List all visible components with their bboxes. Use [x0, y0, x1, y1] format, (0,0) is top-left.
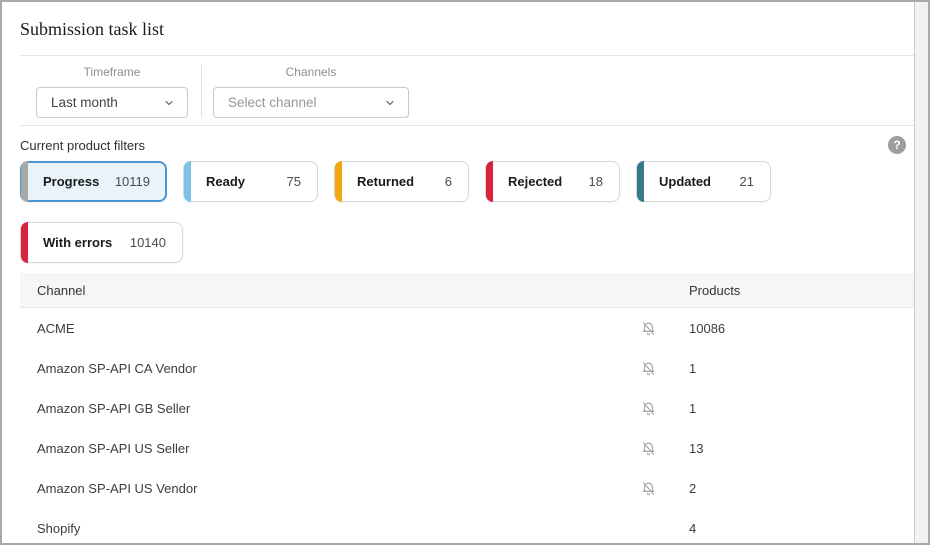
help-icon[interactable]: ? — [888, 136, 906, 154]
chip-label: Ready — [206, 174, 245, 189]
timeframe-label: Timeframe — [84, 65, 141, 79]
notifications-off-icon — [640, 400, 657, 417]
table-row[interactable]: Amazon SP-API CA Vendor 1 — [20, 348, 914, 388]
notifications-off-icon — [640, 480, 657, 497]
table-row[interactable]: Amazon SP-API US Vendor 2 — [20, 468, 914, 508]
products-count: 1 — [689, 361, 914, 376]
filter-chip-updated[interactable]: Updated 21 — [636, 161, 771, 202]
notifications-off-icon — [640, 360, 657, 377]
channel-select[interactable]: Select channel — [213, 87, 409, 118]
chip-label: Rejected — [508, 174, 562, 189]
status-filter-chips: Progress 10119 Ready 75 Returned 6 Rejec… — [2, 155, 914, 263]
channel-placeholder: Select channel — [228, 95, 317, 110]
products-count: 10086 — [689, 321, 914, 336]
chip-count: 10140 — [130, 235, 166, 250]
chip-count: 18 — [589, 174, 603, 189]
chip-label: Updated — [659, 174, 711, 189]
channels-table: Channel Products ACME 10086 Amazon SP-AP… — [20, 273, 914, 545]
chip-count: 6 — [445, 174, 452, 189]
table-row[interactable]: Shopify 4 — [20, 508, 914, 545]
column-header-channel: Channel — [20, 283, 607, 298]
products-count: 2 — [689, 481, 914, 496]
chip-label: Returned — [357, 174, 414, 189]
table-row[interactable]: Amazon SP-API US Seller 13 — [20, 428, 914, 468]
page-title: Submission task list — [20, 18, 896, 41]
products-count: 4 — [689, 521, 914, 536]
timeframe-group: Timeframe Last month — [23, 65, 201, 118]
column-header-products: Products — [689, 283, 914, 298]
filter-chip-with-errors[interactable]: With errors 10140 — [20, 222, 183, 263]
table-row[interactable]: Amazon SP-API GB Seller 1 — [20, 388, 914, 428]
table-header: Channel Products — [20, 273, 914, 308]
toolbar: Timeframe Last month Channels Select cha… — [2, 56, 914, 125]
notifications-off-icon — [640, 320, 657, 337]
filter-chip-rejected[interactable]: Rejected 18 — [485, 161, 620, 202]
chip-label: Progress — [43, 174, 99, 189]
filter-chip-returned[interactable]: Returned 6 — [334, 161, 469, 202]
channel-name: Amazon SP-API US Vendor — [20, 481, 607, 496]
chevron-down-icon — [384, 97, 396, 109]
products-count: 1 — [689, 401, 914, 416]
channel-name: ACME — [20, 321, 607, 336]
chip-label: With errors — [43, 235, 112, 250]
products-count: 13 — [689, 441, 914, 456]
filters-heading: Current product filters — [20, 138, 145, 153]
chip-count: 10119 — [115, 174, 150, 189]
chip-count: 21 — [740, 174, 754, 189]
filter-chip-progress[interactable]: Progress 10119 — [20, 161, 167, 202]
chevron-down-icon — [163, 97, 175, 109]
filters-heading-row: Current product filters ? — [2, 126, 914, 155]
channels-group: Channels Select channel — [201, 65, 422, 118]
channel-name: Amazon SP-API GB Seller — [20, 401, 607, 416]
notifications-off-icon — [640, 440, 657, 457]
channels-label: Channels — [286, 65, 337, 79]
submission-task-list-window: Submission task list Timeframe Last mont… — [0, 0, 930, 545]
timeframe-select[interactable]: Last month — [36, 87, 188, 118]
filter-chip-ready[interactable]: Ready 75 — [183, 161, 318, 202]
timeframe-value: Last month — [51, 95, 118, 110]
table-row[interactable]: ACME 10086 — [20, 308, 914, 348]
channel-name: Shopify — [20, 521, 607, 536]
chip-count: 75 — [287, 174, 301, 189]
main-panel: Submission task list Timeframe Last mont… — [2, 2, 914, 543]
channel-name: Amazon SP-API US Seller — [20, 441, 607, 456]
page-gutter — [914, 2, 928, 543]
channel-name: Amazon SP-API CA Vendor — [20, 361, 607, 376]
